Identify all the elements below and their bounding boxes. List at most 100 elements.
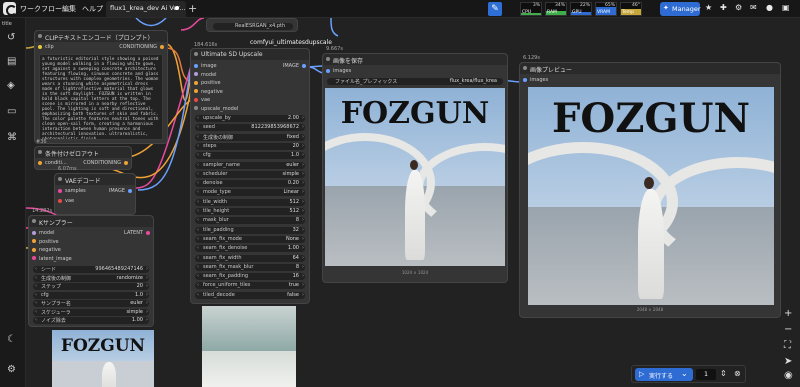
widget-1[interactable]: ‹ seed 812239853968672 ›: [195, 124, 305, 132]
preview-image-node[interactable]: 画像プレビュー images FOZGUN 2048 × 2048: [519, 62, 781, 318]
widget-0[interactable]: ‹ upscale_by 2.00 ›: [195, 115, 305, 122]
output-image[interactable]: IMAGE: [283, 63, 306, 69]
manager-button[interactable]: Manager: [660, 2, 701, 16]
widget-11[interactable]: ‹ mask_blur 8 ›: [195, 217, 305, 225]
add-tab-icon[interactable]: +: [188, 2, 197, 15]
ksampler-preview-image: FOZGUN: [52, 330, 154, 387]
widget-6[interactable]: ‹ scheduler simple ›: [195, 170, 305, 178]
prompt-textarea[interactable]: a futuristic editorial style showing a p…: [39, 54, 163, 140]
output-latent[interactable]: LATENT: [124, 230, 150, 236]
widget-5[interactable]: ‹ スケジューラ simple ›: [33, 308, 149, 316]
history-icon[interactable]: ↺: [7, 32, 15, 43]
widget-14[interactable]: ‹ seam_fix_denoise 1.00 ›: [195, 245, 305, 253]
comfyui-logo-icon[interactable]: [3, 2, 17, 16]
conditioning-zero-out-node[interactable]: 条件付けゼロアウト conditi... CONDITIONING: [34, 146, 132, 170]
widget-12[interactable]: ‹ tile_padding 32 ›: [195, 226, 305, 234]
link-icon[interactable]: ⚙: [735, 3, 742, 12]
vae-decode-node[interactable]: VAEデコード samples vae IMAGE: [54, 173, 136, 215]
node-title: 画像を保存: [323, 54, 507, 65]
group-title: comfyui_ultimatesdupscale: [250, 39, 332, 46]
input-images[interactable]: images: [523, 77, 548, 83]
run-options-chevron-icon[interactable]: ⌄: [681, 369, 688, 378]
brush-toggle-icon[interactable]: ✎: [488, 2, 502, 16]
filename-prefix-widget[interactable]: ファイル名_プレフィックス flux_krea/flux_krea: [327, 78, 503, 85]
node-graph-canvas[interactable]: RealESRGAN_x4.pth comfyui_ultimatesdupsc…: [26, 18, 800, 387]
image-dimensions: 1024 × 1024: [401, 270, 429, 275]
widget-0[interactable]: ‹ シード 996465489247146 ›: [33, 266, 149, 273]
settings-gear-icon[interactable]: ⚙: [7, 364, 16, 375]
input-positive[interactable]: positive: [194, 80, 221, 86]
sidebar-title: title: [2, 21, 12, 27]
widget-8[interactable]: ‹ mode_type Linear ›: [195, 189, 305, 197]
workflow-tab[interactable]: flux1_krea_dev Ai Ver...: [106, 1, 186, 17]
run-toolbar: 実行する ⌄ 1 ⇕ ⊗: [631, 365, 746, 383]
output-image[interactable]: IMAGE: [109, 188, 132, 194]
widget-2[interactable]: ‹ ステップ 20 ›: [33, 283, 149, 290]
widget-16[interactable]: ‹ seam_fix_mask_blur 8 ›: [195, 263, 305, 271]
model-library-icon[interactable]: ▭: [7, 106, 16, 117]
input-images[interactable]: images: [326, 68, 351, 74]
widget-5[interactable]: ‹ sampler_name euler ›: [195, 161, 305, 169]
model-name-widget[interactable]: RealESRGAN_x4.pth: [213, 23, 293, 30]
input-vae[interactable]: vae: [58, 198, 74, 204]
widget-7[interactable]: ‹ denoise 0.20 ›: [195, 180, 305, 188]
pointer-mode-icon[interactable]: ➤: [784, 356, 792, 367]
output-conditioning[interactable]: CONDITIONING: [119, 44, 164, 50]
widget-13[interactable]: ‹ seam_fix_mode None ›: [195, 235, 305, 243]
star-icon[interactable]: ★: [705, 3, 712, 12]
input-positive[interactable]: positive: [32, 239, 59, 245]
input-clip[interactable]: clip: [38, 44, 54, 50]
input-model[interactable]: model: [32, 230, 55, 236]
run-count-input[interactable]: 1: [696, 369, 716, 380]
widget-1[interactable]: ‹ 生成後の制御 randomize ›: [33, 274, 149, 282]
zoom-in-icon[interactable]: +: [784, 308, 792, 319]
node-id-preview: 6.129s: [523, 55, 540, 61]
menu-help[interactable]: ヘルプ: [82, 4, 103, 14]
input-latent-image[interactable]: latent_image: [32, 256, 72, 262]
node-title: Kサンプラー: [29, 216, 153, 227]
menu-workflow[interactable]: ワークフロー: [20, 4, 62, 14]
widget-3[interactable]: ‹ steps 20 ›: [195, 142, 305, 150]
input-negative[interactable]: negative: [194, 89, 223, 95]
widget-10[interactable]: ‹ tile_height 512 ›: [195, 208, 305, 215]
ksampler-node[interactable]: Kサンプラー model positive negative latent_image…: [28, 215, 154, 327]
link-visibility-icon[interactable]: ◉: [784, 370, 793, 381]
input-image[interactable]: image: [194, 63, 217, 69]
user-icon[interactable]: ●: [766, 3, 773, 12]
node-title: 画像プレビュー: [520, 63, 780, 74]
cancel-run-icon[interactable]: ⊗: [734, 369, 741, 378]
puzzle-icon[interactable]: ✚: [720, 3, 727, 12]
input-model[interactable]: model: [194, 72, 217, 78]
node-title: 条件付けゼロアウト: [35, 147, 131, 158]
panel-toggle-icon[interactable]: ▣: [782, 3, 790, 12]
chat-icon[interactable]: ✉: [750, 3, 757, 12]
input-samples[interactable]: samples: [58, 188, 86, 194]
widget-9[interactable]: ‹ tile_width 512 ›: [195, 198, 305, 206]
ultimate-sd-upscale-node[interactable]: Ultimate SD Upscale image model positive ne…: [190, 48, 310, 304]
output-conditioning[interactable]: CONDITIONING: [83, 160, 128, 166]
theme-toggle-icon[interactable]: ☾: [7, 334, 16, 345]
unsaved-dot-icon[interactable]: [175, 6, 179, 10]
input-negative[interactable]: negative: [32, 247, 61, 253]
widget-18[interactable]: ‹ force_uniform_tiles true ›: [195, 282, 305, 290]
widget-4[interactable]: ‹ サンプラー名 euler ›: [33, 300, 149, 307]
zoom-out-icon[interactable]: −: [784, 324, 792, 335]
queue-icon[interactable]: ▤: [7, 56, 16, 67]
widget-19[interactable]: ‹ tiled_decode false ›: [195, 291, 305, 299]
widget-6[interactable]: ‹ ノイズ除去 1.00 ›: [33, 317, 149, 324]
widget-15[interactable]: ‹ seam_fix_width 64 ›: [195, 254, 305, 262]
upscale-model-loader-node[interactable]: RealESRGAN_x4.pth: [206, 18, 298, 32]
stepper-arrows-icon[interactable]: ⇕: [720, 369, 727, 378]
workflows-icon[interactable]: ⌘: [7, 132, 17, 143]
menu-edit[interactable]: 編集: [62, 4, 76, 14]
input-upscale-model[interactable]: upscale_model: [194, 106, 238, 112]
clip-text-encode-node[interactable]: CLIPテキストエンコード（プロンプト） clip CONDITIONING a…: [34, 30, 168, 144]
widget-3[interactable]: ‹ cfg 1.0 ›: [33, 291, 149, 299]
widget-17[interactable]: ‹ seam_fix_padding 16 ›: [195, 273, 305, 281]
widget-4[interactable]: ‹ cfg 1.0 ›: [195, 152, 305, 160]
fit-view-icon[interactable]: ⛶: [784, 340, 791, 351]
widget-2[interactable]: ‹ 生成後の制御 fixed ›: [195, 133, 305, 141]
save-image-node[interactable]: 画像を保存 images ファイル名_プレフィックス flux_krea/flu…: [322, 53, 508, 283]
node-library-icon[interactable]: ◈: [7, 80, 15, 91]
input-vae[interactable]: vae: [194, 97, 210, 103]
